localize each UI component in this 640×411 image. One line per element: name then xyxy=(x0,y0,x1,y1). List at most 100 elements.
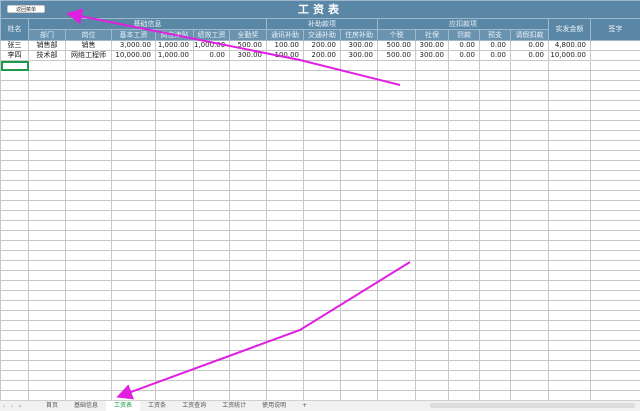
empty-cell[interactable] xyxy=(415,130,449,141)
empty-cell[interactable] xyxy=(193,310,230,321)
sheet-tab[interactable]: 工资表 xyxy=(106,401,141,411)
empty-cell[interactable] xyxy=(377,360,416,371)
empty-cell[interactable] xyxy=(548,170,591,181)
empty-cell[interactable] xyxy=(111,130,156,141)
empty-cell[interactable] xyxy=(479,250,511,261)
add-sheet-button[interactable]: + xyxy=(294,401,315,411)
empty-cell[interactable] xyxy=(155,130,194,141)
empty-cell[interactable] xyxy=(193,120,230,131)
empty-cell[interactable] xyxy=(111,150,156,161)
empty-cell[interactable] xyxy=(155,230,194,241)
empty-cell[interactable] xyxy=(28,110,66,121)
empty-cell[interactable] xyxy=(28,200,66,211)
empty-cell[interactable] xyxy=(111,260,156,271)
empty-cell[interactable] xyxy=(155,210,194,221)
empty-cell[interactable] xyxy=(266,370,304,381)
empty-cell[interactable] xyxy=(340,90,378,101)
empty-cell[interactable] xyxy=(510,60,549,71)
table-cell[interactable]: 500.00 xyxy=(377,40,416,51)
empty-cell[interactable] xyxy=(589,350,640,361)
empty-cell[interactable] xyxy=(0,390,29,400)
empty-cell[interactable] xyxy=(266,100,304,111)
empty-cell[interactable] xyxy=(111,320,156,331)
empty-cell[interactable] xyxy=(65,190,112,201)
empty-cell[interactable] xyxy=(377,320,416,331)
empty-cell[interactable] xyxy=(28,380,66,391)
empty-cell[interactable] xyxy=(589,380,640,391)
empty-cell[interactable] xyxy=(303,220,341,231)
empty-cell[interactable] xyxy=(415,60,449,71)
empty-cell[interactable] xyxy=(340,100,378,111)
empty-cell[interactable] xyxy=(448,190,480,201)
empty-cell[interactable] xyxy=(510,110,549,121)
empty-cell[interactable] xyxy=(589,270,640,281)
empty-cell[interactable] xyxy=(479,270,511,281)
empty-cell[interactable] xyxy=(340,280,378,291)
empty-cell[interactable] xyxy=(266,300,304,311)
empty-cell[interactable] xyxy=(111,120,156,131)
empty-cell[interactable] xyxy=(28,310,66,321)
empty-cell[interactable] xyxy=(0,370,29,381)
empty-cell[interactable] xyxy=(510,310,549,321)
empty-cell[interactable] xyxy=(155,280,194,291)
empty-cell[interactable] xyxy=(65,320,112,331)
empty-cell[interactable] xyxy=(0,380,29,391)
empty-cell[interactable] xyxy=(415,190,449,201)
empty-cell[interactable] xyxy=(479,200,511,211)
empty-cell[interactable] xyxy=(479,80,511,91)
empty-cell[interactable] xyxy=(589,210,640,221)
empty-cell[interactable] xyxy=(303,60,341,71)
empty-cell[interactable] xyxy=(589,120,640,131)
empty-cell[interactable] xyxy=(111,290,156,301)
empty-cell[interactable] xyxy=(65,340,112,351)
empty-cell[interactable] xyxy=(548,350,591,361)
empty-cell[interactable] xyxy=(415,100,449,111)
empty-cell[interactable] xyxy=(548,230,591,241)
empty-cell[interactable] xyxy=(479,350,511,361)
empty-cell[interactable] xyxy=(266,170,304,181)
empty-cell[interactable] xyxy=(111,350,156,361)
empty-cell[interactable] xyxy=(589,280,640,291)
empty-cell[interactable] xyxy=(266,260,304,271)
empty-cell[interactable] xyxy=(266,250,304,261)
empty-cell[interactable] xyxy=(510,240,549,251)
empty-cell[interactable] xyxy=(589,250,640,261)
empty-cell[interactable] xyxy=(303,340,341,351)
empty-cell[interactable] xyxy=(340,170,378,181)
empty-cell[interactable] xyxy=(415,380,449,391)
empty-cell[interactable] xyxy=(479,260,511,271)
empty-cell[interactable] xyxy=(229,250,267,261)
empty-cell[interactable] xyxy=(340,380,378,391)
empty-cell[interactable] xyxy=(510,300,549,311)
empty-cell[interactable] xyxy=(155,290,194,301)
empty-cell[interactable] xyxy=(548,270,591,281)
empty-cell[interactable] xyxy=(510,230,549,241)
empty-cell[interactable] xyxy=(65,180,112,191)
empty-cell[interactable] xyxy=(448,340,480,351)
empty-cell[interactable] xyxy=(510,90,549,101)
empty-cell[interactable] xyxy=(0,220,29,231)
empty-cell[interactable] xyxy=(65,140,112,151)
empty-cell[interactable] xyxy=(266,290,304,301)
empty-cell[interactable] xyxy=(303,230,341,241)
empty-cell[interactable] xyxy=(155,330,194,341)
table-cell[interactable]: 4,800.00 xyxy=(548,40,591,51)
empty-cell[interactable] xyxy=(415,270,449,281)
empty-cell[interactable] xyxy=(303,70,341,81)
empty-cell[interactable] xyxy=(415,370,449,381)
empty-cell[interactable] xyxy=(266,160,304,171)
empty-cell[interactable] xyxy=(303,310,341,321)
empty-cell[interactable] xyxy=(510,210,549,221)
empty-cell[interactable] xyxy=(155,300,194,311)
empty-cell[interactable] xyxy=(548,310,591,321)
empty-cell[interactable] xyxy=(415,180,449,191)
empty-cell[interactable] xyxy=(448,60,480,71)
empty-cell[interactable] xyxy=(340,240,378,251)
empty-cell[interactable] xyxy=(479,390,511,400)
empty-cell[interactable] xyxy=(303,90,341,101)
empty-cell[interactable] xyxy=(155,250,194,261)
table-cell[interactable]: 销售部 xyxy=(28,40,66,51)
empty-cell[interactable] xyxy=(448,170,480,181)
empty-cell[interactable] xyxy=(303,200,341,211)
empty-cell[interactable] xyxy=(155,70,194,81)
